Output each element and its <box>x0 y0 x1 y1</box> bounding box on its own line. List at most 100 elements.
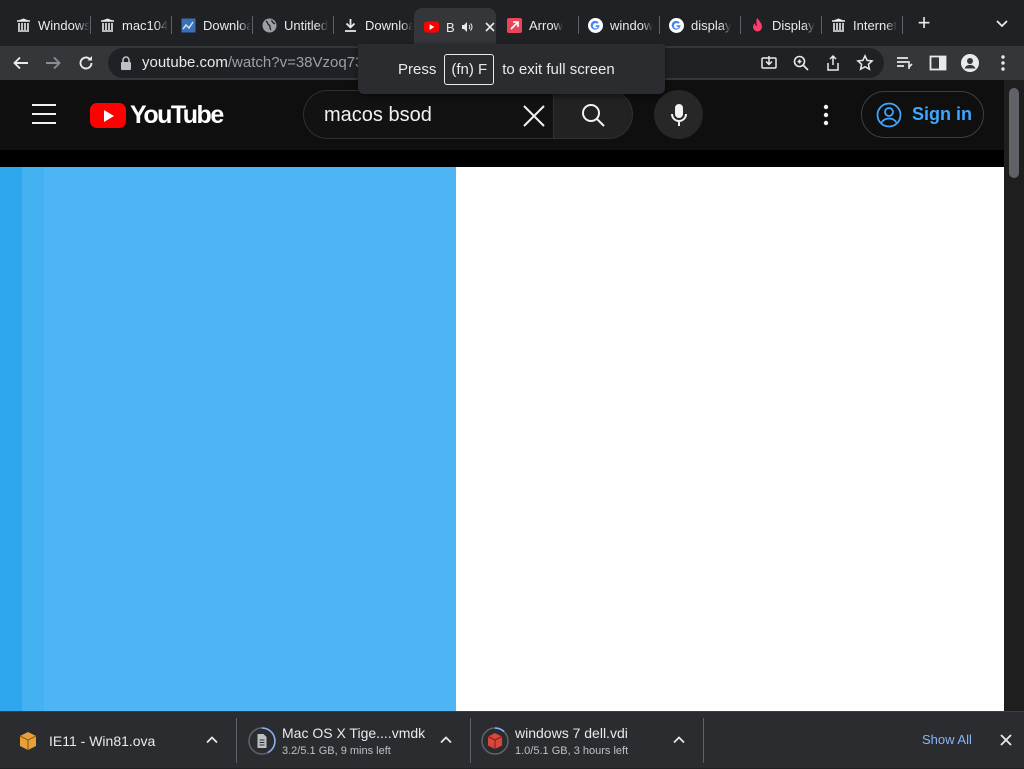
download-separator <box>236 718 237 763</box>
tab-windows[interactable]: Windows <box>6 10 90 40</box>
download-item[interactable]: Mac OS X Tige....vmdk 3.2/5.1 GB, 9 mins… <box>248 712 468 769</box>
clear-search-icon[interactable] <box>522 104 546 128</box>
tab-display[interactable]: Display <box>740 10 820 40</box>
toast-key: (fn) F <box>444 53 495 85</box>
tab-mac104[interactable]: mac104 <box>90 10 170 40</box>
tab-label: Untitled <box>284 17 329 33</box>
globe-icon <box>262 18 277 33</box>
download-options-chevron-icon[interactable] <box>205 733 219 747</box>
youtube-wordmark: YouTube <box>130 100 224 129</box>
tab-internet[interactable]: Internet <box>821 10 901 40</box>
tab-arrow[interactable]: Arrow <box>497 10 577 40</box>
package-icon <box>14 727 42 755</box>
microphone-icon <box>670 103 687 126</box>
fullscreen-exit-toast: Press (fn) F to exit full screen <box>358 44 665 94</box>
video-frame <box>0 167 1004 711</box>
back-button[interactable] <box>8 50 34 76</box>
tab-strip: Windows mac104 Downloads Untitled Downlo… <box>0 0 1024 46</box>
new-tab-button[interactable]: + <box>912 12 936 36</box>
settings-kebab-icon[interactable] <box>816 104 836 126</box>
account-circle-icon <box>876 102 902 127</box>
install-app-icon[interactable] <box>760 54 778 72</box>
page-scrollbar[interactable] <box>1004 80 1024 711</box>
download-separator <box>703 718 704 763</box>
forward-button[interactable] <box>40 50 66 76</box>
menu-hamburger-icon[interactable] <box>32 104 56 124</box>
sign-in-button[interactable]: Sign in <box>861 91 984 138</box>
reload-button[interactable] <box>73 50 99 76</box>
google-icon <box>588 17 603 33</box>
youtube-logo[interactable]: YouTube <box>90 100 224 129</box>
url-host: youtube.com <box>142 54 228 71</box>
show-all-downloads-link[interactable]: Show All <box>922 732 972 747</box>
download-options-chevron-icon[interactable] <box>672 733 686 747</box>
video-player[interactable] <box>0 150 1004 711</box>
share-icon[interactable] <box>824 54 842 72</box>
download-name: windows 7 dell.vdi <box>515 724 628 741</box>
voice-search-button[interactable] <box>654 90 703 139</box>
tab-label: Internet <box>853 17 898 33</box>
google-icon <box>669 17 684 33</box>
download-item[interactable]: IE11 - Win81.ova <box>14 712 234 769</box>
forward-arrow-icon <box>46 56 61 70</box>
download-name: IE11 - Win81.ova <box>49 732 156 749</box>
search-icon <box>582 103 605 127</box>
sign-in-label: Sign in <box>912 104 972 124</box>
zoom-icon[interactable] <box>792 54 810 72</box>
speaker-icon[interactable] <box>461 21 473 33</box>
chrome-menu-icon[interactable] <box>993 53 1013 73</box>
close-shelf-icon[interactable] <box>998 732 1014 748</box>
package-icon <box>481 726 509 755</box>
tab-label: window <box>610 17 654 33</box>
blue-panel-edge-inner <box>22 167 44 711</box>
download-separator <box>470 718 471 763</box>
flame-icon <box>750 17 765 33</box>
download-status: 1.0/5.1 GB, 3 hours left <box>515 744 629 757</box>
scrollbar-thumb[interactable] <box>1009 88 1019 178</box>
tab-label: Display <box>772 17 815 33</box>
tab-label: Arrow <box>529 17 563 33</box>
download-icon <box>343 18 358 33</box>
archive-icon <box>831 18 846 33</box>
download-item[interactable]: windows 7 dell.vdi 1.0/5.1 GB, 3 hours l… <box>481 712 701 769</box>
reading-list-icon[interactable] <box>895 53 915 73</box>
tab-search-chevron-icon[interactable] <box>992 14 1012 34</box>
back-arrow-icon <box>13 56 28 70</box>
profile-avatar-icon[interactable] <box>960 53 980 73</box>
archive-icon <box>16 18 31 33</box>
toast-suffix: to exit full screen <box>502 60 615 78</box>
blue-panel-edge <box>0 167 22 711</box>
youtube-play-icon <box>90 102 126 128</box>
youtube-icon <box>424 20 439 35</box>
tab-youtube-active[interactable]: B <box>414 8 496 46</box>
toast-prefix: Press <box>398 60 437 78</box>
tab-untitled[interactable]: Untitled <box>252 10 332 40</box>
download-name: Mac OS X Tige....vmdk <box>282 724 426 741</box>
close-tab-icon[interactable] <box>484 21 496 33</box>
tab-window[interactable]: window <box>578 10 658 40</box>
lock-icon[interactable] <box>120 56 132 70</box>
download-options-chevron-icon[interactable] <box>439 733 453 747</box>
tab-label: Downloads <box>203 17 251 33</box>
archive-icon <box>100 18 115 33</box>
reload-icon <box>79 56 93 70</box>
blue-panel <box>0 167 456 711</box>
search-box <box>303 90 555 139</box>
tab-label: B <box>446 19 454 35</box>
tab-label: Windows <box>38 17 90 33</box>
tab-label: display <box>691 17 732 33</box>
url-text: youtube.com/watch?v=38Vzoq73cA0 <box>142 54 389 71</box>
bookmark-star-icon[interactable] <box>856 53 874 72</box>
download-shelf: IE11 - Win81.ova Mac OS X Tige....vmdk 3… <box>0 711 1024 768</box>
search-button[interactable] <box>553 90 633 139</box>
search-input[interactable] <box>324 102 514 128</box>
arrow-favicon <box>507 17 522 33</box>
tab-downloads-site[interactable]: Downloads <box>171 10 251 40</box>
tab-downloads[interactable]: Downloads <box>333 10 413 40</box>
tab-display-google[interactable]: display <box>659 10 739 40</box>
tab-separator <box>902 16 903 34</box>
file-icon <box>248 726 276 755</box>
download-status: 3.2/5.1 GB, 9 mins left <box>282 744 391 757</box>
side-panel-icon[interactable] <box>928 53 948 73</box>
tab-label: Downloads <box>365 17 413 33</box>
